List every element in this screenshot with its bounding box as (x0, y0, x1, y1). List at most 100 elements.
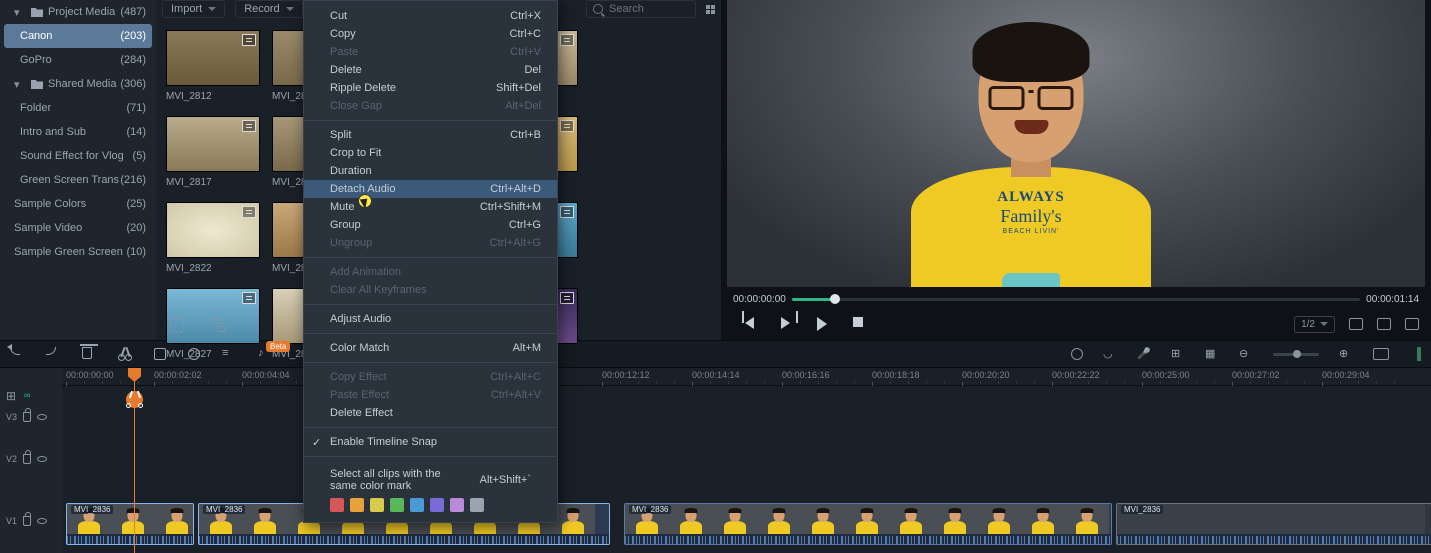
timeline-ruler[interactable]: 00:00:00:0000:00:02:0200:00:04:0400:00:1… (62, 368, 1431, 386)
zoom-fit-icon[interactable] (1373, 348, 1389, 360)
chevron-down-icon (1320, 322, 1328, 326)
menu-item[interactable]: DeleteDel (304, 61, 557, 79)
menu-item[interactable]: Delete Effect (304, 404, 557, 422)
eye-icon[interactable] (37, 456, 47, 462)
mic-icon[interactable]: 🎤 (1137, 347, 1151, 361)
speaker-icon[interactable] (1405, 318, 1419, 330)
add-to-timeline-icon[interactable] (560, 292, 574, 304)
add-to-timeline-icon[interactable] (242, 34, 256, 46)
redo-icon[interactable] (46, 347, 60, 361)
track-header[interactable]: V3 (0, 408, 62, 426)
snapshot-icon[interactable] (1349, 318, 1363, 330)
sidebar-item[interactable]: Canon(203) (4, 24, 152, 48)
timeline-clip[interactable]: MVI_2836 (66, 503, 194, 545)
grid-icon[interactable]: ▦ (1205, 347, 1219, 361)
color-swatch[interactable] (350, 498, 364, 512)
speed-icon[interactable] (188, 348, 200, 360)
zoom-in-icon[interactable]: ⊕ (1339, 347, 1353, 361)
menu-item[interactable]: Select all clips with the same color mar… (330, 468, 531, 492)
marker-icon[interactable]: ◡ (1103, 347, 1117, 361)
menu-item[interactable]: Ripple DeleteShift+Del (304, 79, 557, 97)
lock-icon[interactable] (23, 412, 31, 422)
media-thumbnail[interactable]: MVI_2822 (166, 202, 260, 274)
add-to-timeline-icon[interactable] (242, 206, 256, 218)
add-to-timeline-icon[interactable] (560, 206, 574, 218)
audio-icon[interactable]: ♪Beta (258, 347, 272, 361)
add-to-timeline-icon[interactable] (242, 292, 256, 304)
aspect-icon[interactable] (1377, 318, 1391, 330)
track-header[interactable]: V2 (0, 450, 62, 468)
color-swatch[interactable] (430, 498, 444, 512)
mixer-icon[interactable]: ⊞ (1171, 347, 1185, 361)
record-indicator[interactable] (1417, 347, 1421, 361)
sidebar-item[interactable]: Sample Colors(25) (0, 192, 156, 216)
step-forward-button[interactable] (781, 317, 795, 331)
color-swatch[interactable] (450, 498, 464, 512)
view-grid-icon[interactable] (706, 5, 715, 14)
render-icon[interactable] (1071, 348, 1083, 360)
sidebar-item[interactable]: Sample Green Screen(10) (0, 240, 156, 264)
color-swatch[interactable] (410, 498, 424, 512)
color-icon[interactable]: ≡ (222, 347, 236, 361)
sidebar-item[interactable]: Green Screen Trans(216) (0, 168, 156, 192)
menu-item[interactable]: Crop to Fit (304, 144, 557, 162)
search-input[interactable]: Search (586, 0, 696, 18)
menu-item[interactable]: ✓Enable Timeline Snap (304, 433, 557, 451)
pager[interactable]: 1/2 (1294, 316, 1335, 333)
sidebar-item[interactable]: Intro and Sub(14) (0, 120, 156, 144)
track-header[interactable]: V1 (0, 512, 62, 530)
sidebar-item[interactable]: ▾Project Media(487) (0, 0, 156, 24)
stop-button[interactable] (853, 317, 867, 331)
add-to-timeline-icon[interactable] (242, 120, 256, 132)
lock-icon[interactable] (23, 516, 31, 526)
sidebar-item[interactable]: GoPro(284) (0, 48, 156, 72)
color-swatch[interactable] (390, 498, 404, 512)
color-swatch[interactable] (330, 498, 344, 512)
add-to-timeline-icon[interactable] (560, 120, 574, 132)
scrub-slider[interactable] (792, 298, 1360, 301)
play-button[interactable] (817, 317, 831, 331)
timeline-clip[interactable]: MVI_2836 (1116, 503, 1431, 545)
record-dropdown[interactable]: Record (235, 0, 302, 18)
timeline-clip[interactable]: MVI_2836 (624, 503, 1112, 545)
menu-item[interactable]: Detach AudioCtrl+Alt+D (304, 180, 557, 198)
eye-icon[interactable] (37, 414, 47, 420)
menu-item: Clear All Keyframes (304, 281, 557, 299)
step-back-button[interactable] (745, 317, 759, 331)
link-sync-icon[interactable]: ∞ (24, 390, 30, 400)
import-folder-icon[interactable] (170, 318, 184, 332)
split-marker[interactable] (126, 391, 143, 408)
add-to-timeline-icon[interactable] (560, 34, 574, 46)
preview-panel: ALWAYS Family's BEACH LIVIN' 00:00:00:00… (721, 0, 1431, 340)
zoom-slider[interactable] (1273, 353, 1319, 356)
eye-icon[interactable] (37, 518, 47, 524)
delete-icon[interactable] (82, 347, 96, 361)
menu-item[interactable]: SplitCtrl+B (304, 126, 557, 144)
menu-item[interactable]: CopyCtrl+C (304, 25, 557, 43)
media-thumbnail[interactable]: MVI_2817 (166, 116, 260, 188)
track-options-icon[interactable]: ⊞ (6, 389, 18, 401)
color-swatch[interactable] (470, 498, 484, 512)
menu-item[interactable]: Color MatchAlt+M (304, 339, 557, 357)
menu-item[interactable]: CutCtrl+X (304, 7, 557, 25)
menu-item[interactable]: MuteCtrl+Shift+M (304, 198, 557, 216)
menu-item[interactable]: GroupCtrl+G (304, 216, 557, 234)
color-swatch[interactable] (370, 498, 384, 512)
undo-icon[interactable] (10, 347, 24, 361)
lock-icon[interactable] (23, 454, 31, 464)
zoom-out-icon[interactable]: ⊖ (1239, 347, 1253, 361)
sidebar-item[interactable]: Sound Effect for Vlog(5) (0, 144, 156, 168)
link-icon[interactable] (212, 318, 226, 332)
menu-item[interactable]: Duration (304, 162, 557, 180)
crop-icon[interactable] (154, 348, 166, 360)
timeline-tracks[interactable]: 00:00:00:0000:00:02:0200:00:04:0400:00:1… (62, 368, 1431, 553)
sidebar-item[interactable]: Folder(71) (0, 96, 156, 120)
media-thumbnail[interactable]: MVI_2812 (166, 30, 260, 102)
split-icon[interactable] (118, 347, 132, 361)
sidebar-item[interactable]: ▾Shared Media(306) (0, 72, 156, 96)
preview-viewport[interactable]: ALWAYS Family's BEACH LIVIN' (727, 0, 1425, 287)
menu-item[interactable]: Adjust Audio (304, 310, 557, 328)
chevron-down-icon (208, 7, 216, 11)
import-dropdown[interactable]: Import (162, 0, 225, 18)
sidebar-item[interactable]: Sample Video(20) (0, 216, 156, 240)
